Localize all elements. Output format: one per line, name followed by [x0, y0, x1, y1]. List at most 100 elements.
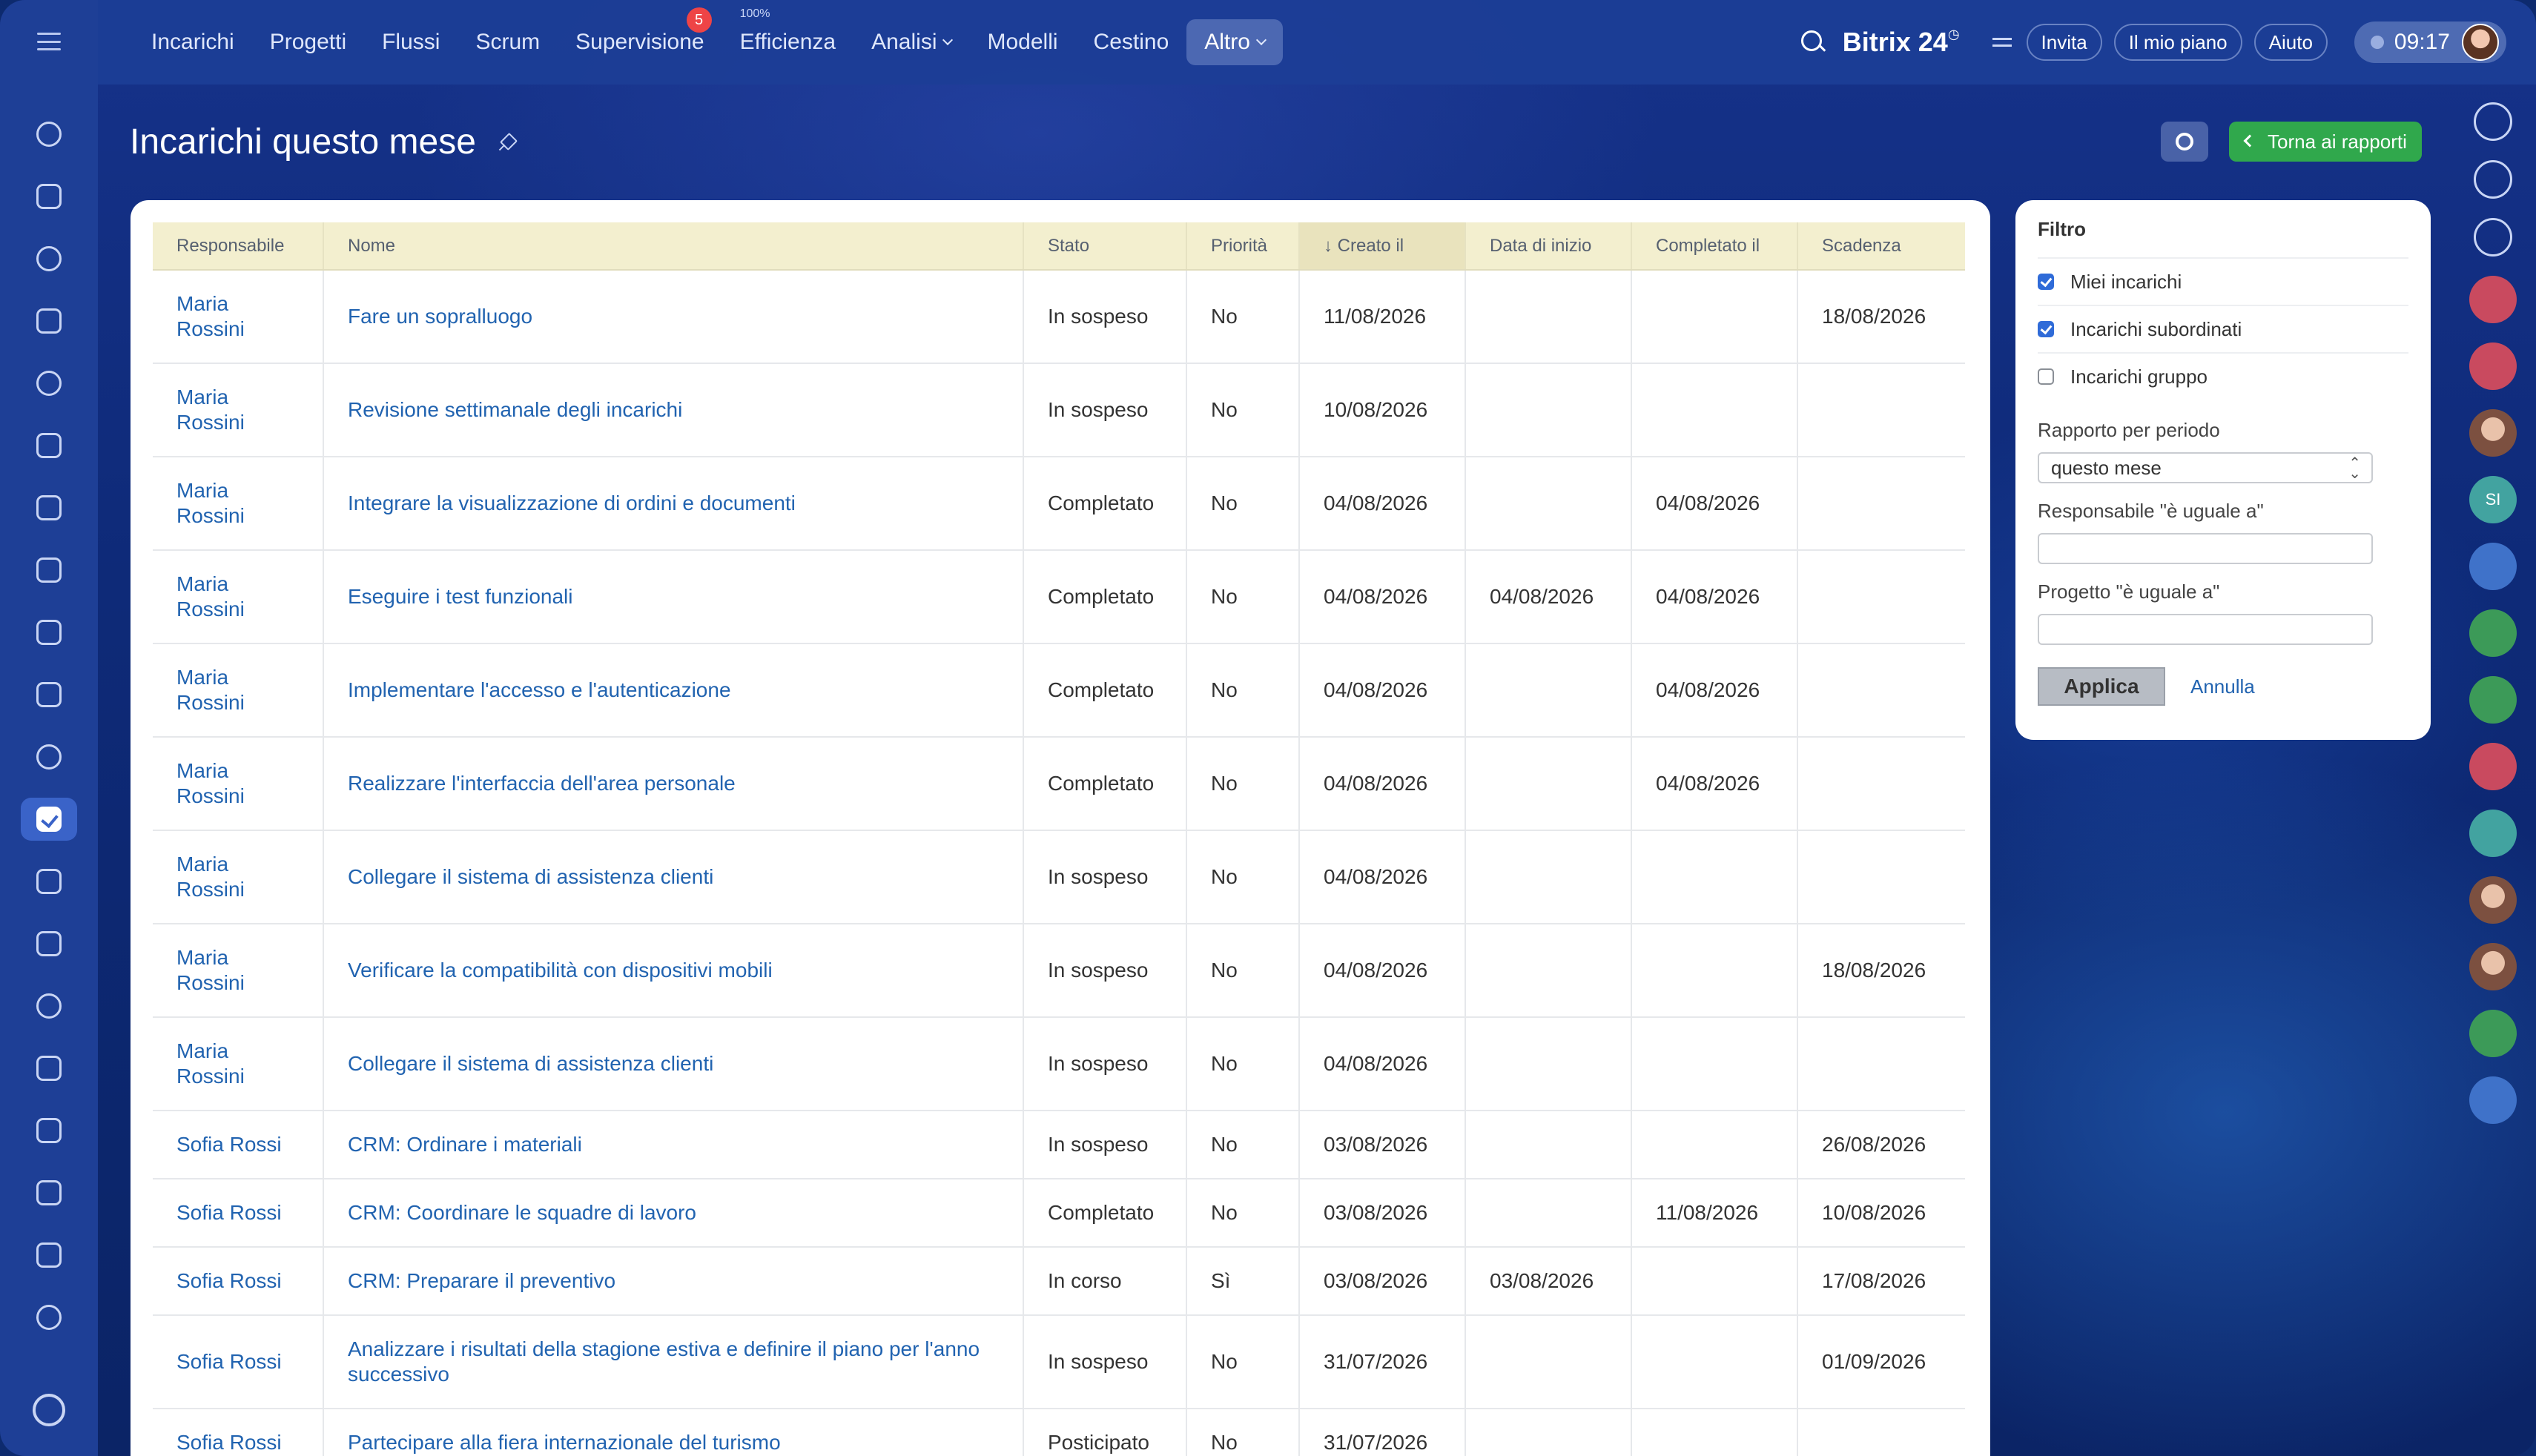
responsible-cell[interactable]: Maria Rossini — [153, 924, 324, 1018]
sidebar-item-docs[interactable] — [21, 300, 77, 343]
responsible-cell[interactable]: Sofia Rossi — [153, 1247, 324, 1316]
responsible-cell[interactable]: Maria Rossini — [153, 830, 324, 924]
sliders-icon[interactable] — [1989, 33, 2015, 51]
responsible-cell[interactable]: Sofia Rossi — [153, 1179, 324, 1248]
sidebar-item-sites[interactable] — [21, 1171, 77, 1214]
column-header[interactable]: Stato — [1023, 222, 1187, 271]
bell-icon[interactable] — [2474, 102, 2512, 141]
nav-item-incarichi[interactable]: Incarichi — [133, 19, 252, 65]
notes-chat-icon[interactable] — [2469, 1010, 2517, 1057]
nav-item-efficienza[interactable]: 100% Efficienza — [722, 7, 854, 65]
user-avatar[interactable] — [2462, 24, 2499, 61]
nav-item-altro[interactable]: Altro — [1186, 19, 1283, 65]
task-name-link[interactable]: CRM: Preparare il preventivo — [323, 1247, 1024, 1316]
sidebar-item-booking[interactable] — [21, 1047, 77, 1090]
responsible-cell[interactable]: Maria Rossini — [153, 737, 324, 831]
checkbox[interactable] — [2038, 321, 2054, 337]
sidebar-item-files[interactable] — [21, 486, 77, 529]
sidebar-item-messenger[interactable] — [21, 175, 77, 218]
search-icon[interactable] — [1798, 27, 1828, 57]
sidebar-item-copilot[interactable] — [21, 985, 77, 1028]
responsible-cell[interactable]: Maria Rossini — [153, 1017, 324, 1111]
message-chat-icon[interactable] — [2469, 810, 2517, 857]
group-chat-icon[interactable] — [2469, 609, 2517, 657]
project-input[interactable] — [2038, 614, 2373, 645]
contact-avatar[interactable] — [2469, 943, 2517, 990]
sidebar-item-crm[interactable] — [21, 860, 77, 903]
chat-search-icon[interactable] — [2474, 218, 2512, 257]
cancel-link[interactable]: Annulla — [2190, 675, 2255, 698]
group-chat-icon[interactable] — [2469, 676, 2517, 724]
sidebar-item-calendar[interactable] — [21, 424, 77, 467]
task-name-link[interactable]: Revisione settimanale degli incarichi — [323, 363, 1024, 457]
nav-item-analisi[interactable]: Analisi — [853, 19, 969, 65]
apply-button[interactable]: Applica — [2038, 667, 2165, 706]
my-plan-button[interactable]: Il mio piano — [2113, 24, 2242, 61]
sidebar-item-feed[interactable] — [21, 113, 77, 156]
responsible-cell[interactable]: Maria Rossini — [153, 270, 324, 364]
responsible-input[interactable] — [2038, 533, 2373, 564]
responsible-cell[interactable]: Maria Rossini — [153, 643, 324, 738]
nav-item-modelli[interactable]: Modelli — [969, 19, 1075, 65]
hamburger-menu-icon[interactable] — [27, 27, 71, 56]
task-name-link[interactable]: Verificare la compatibilità con disposit… — [323, 924, 1024, 1018]
help-button[interactable]: Aiuto — [2253, 24, 2328, 61]
filter-group-tasks[interactable]: Incarichi gruppo — [2038, 352, 2408, 400]
calendar-chat-icon[interactable] — [2469, 543, 2517, 590]
contact-avatar[interactable] — [2469, 409, 2517, 457]
task-name-link[interactable]: Partecipare alla fiera internazionale de… — [323, 1409, 1024, 1456]
sidebar-item-groups[interactable] — [21, 735, 77, 778]
sidebar-item-tasks[interactable] — [21, 798, 77, 841]
task-name-link[interactable]: Fare un sopralluogo — [323, 270, 1024, 364]
sidebar-item-collabs[interactable] — [21, 237, 77, 280]
responsible-cell[interactable]: Maria Rossini — [153, 550, 324, 644]
column-header[interactable]: Responsabile — [153, 222, 324, 271]
invite-button[interactable]: Invita — [2026, 24, 2102, 61]
contact-si[interactable]: SI — [2469, 476, 2517, 523]
settings-gear-icon[interactable] — [33, 1394, 65, 1426]
sidebar-item-mail[interactable] — [21, 673, 77, 716]
nav-item-supervisione[interactable]: Supervisione 5 — [558, 7, 721, 65]
task-name-link[interactable]: Collegare il sistema di assistenza clien… — [323, 1017, 1024, 1111]
filter-my-tasks[interactable]: Miei incarichi — [2038, 257, 2408, 305]
group-chat-icon[interactable] — [2469, 743, 2517, 790]
column-header-sorted[interactable]: ↓ Creato il — [1299, 222, 1466, 271]
task-name-link[interactable]: CRM: Coordinare le squadre di lavoro — [323, 1179, 1024, 1248]
responsible-cell[interactable]: Sofia Rossi — [153, 1111, 324, 1179]
task-name-link[interactable]: Realizzare l'interfaccia dell'area perso… — [323, 737, 1024, 831]
sidebar-item-drive[interactable] — [21, 611, 77, 654]
sidebar-item-shop[interactable] — [21, 922, 77, 965]
responsible-cell[interactable]: Sofia Rossi — [153, 1315, 324, 1409]
task-name-link[interactable]: Integrare la visualizzazione di ordini e… — [323, 457, 1024, 551]
responsible-cell[interactable]: Maria Rossini — [153, 457, 324, 551]
pin-icon[interactable] — [498, 133, 516, 151]
sidebar-item-inventory[interactable] — [21, 1109, 77, 1152]
checkbox[interactable] — [2038, 368, 2054, 385]
column-header[interactable]: Data di inizio — [1465, 222, 1632, 271]
column-header[interactable]: Scadenza — [1797, 222, 1965, 271]
task-name-link[interactable]: Analizzare i risultati della stagione es… — [323, 1315, 1024, 1409]
task-name-link[interactable]: Collegare il sistema di assistenza clien… — [323, 830, 1024, 924]
worktime-clock[interactable]: 09:17 — [2354, 21, 2506, 63]
settings-button[interactable] — [2161, 122, 2208, 162]
copilot-icon[interactable] — [2474, 160, 2512, 199]
back-to-reports-button[interactable]: Torna ai rapporti — [2229, 122, 2422, 162]
nav-item-flussi[interactable]: Flussi — [364, 19, 458, 65]
sidebar-item-analytics[interactable] — [21, 1296, 77, 1339]
task-name-link[interactable]: CRM: Ordinare i materiali — [323, 1111, 1024, 1179]
sidebar-item-disk[interactable] — [21, 362, 77, 405]
filter-subordinate-tasks[interactable]: Incarichi subordinati — [2038, 305, 2408, 352]
alert-contact-icon[interactable] — [2469, 276, 2517, 323]
sidebar-item-knowledge[interactable] — [21, 1234, 77, 1277]
nav-item-scrum[interactable]: Scrum — [458, 19, 558, 65]
column-header[interactable]: Completato il — [1631, 222, 1798, 271]
bookmark-icon[interactable] — [2469, 1076, 2517, 1124]
task-name-link[interactable]: Implementare l'accesso e l'autenticazion… — [323, 643, 1024, 738]
column-header[interactable]: Priorità — [1186, 222, 1300, 271]
nav-item-cestino[interactable]: Cestino — [1076, 19, 1187, 65]
group-chat-icon[interactable] — [2469, 343, 2517, 390]
task-name-link[interactable]: Eseguire i test funzionali — [323, 550, 1024, 644]
responsible-cell[interactable]: Maria Rossini — [153, 363, 324, 457]
column-header[interactable]: Nome — [323, 222, 1024, 271]
period-select[interactable]: questo mese ⌃ ⌄ — [2038, 452, 2373, 483]
